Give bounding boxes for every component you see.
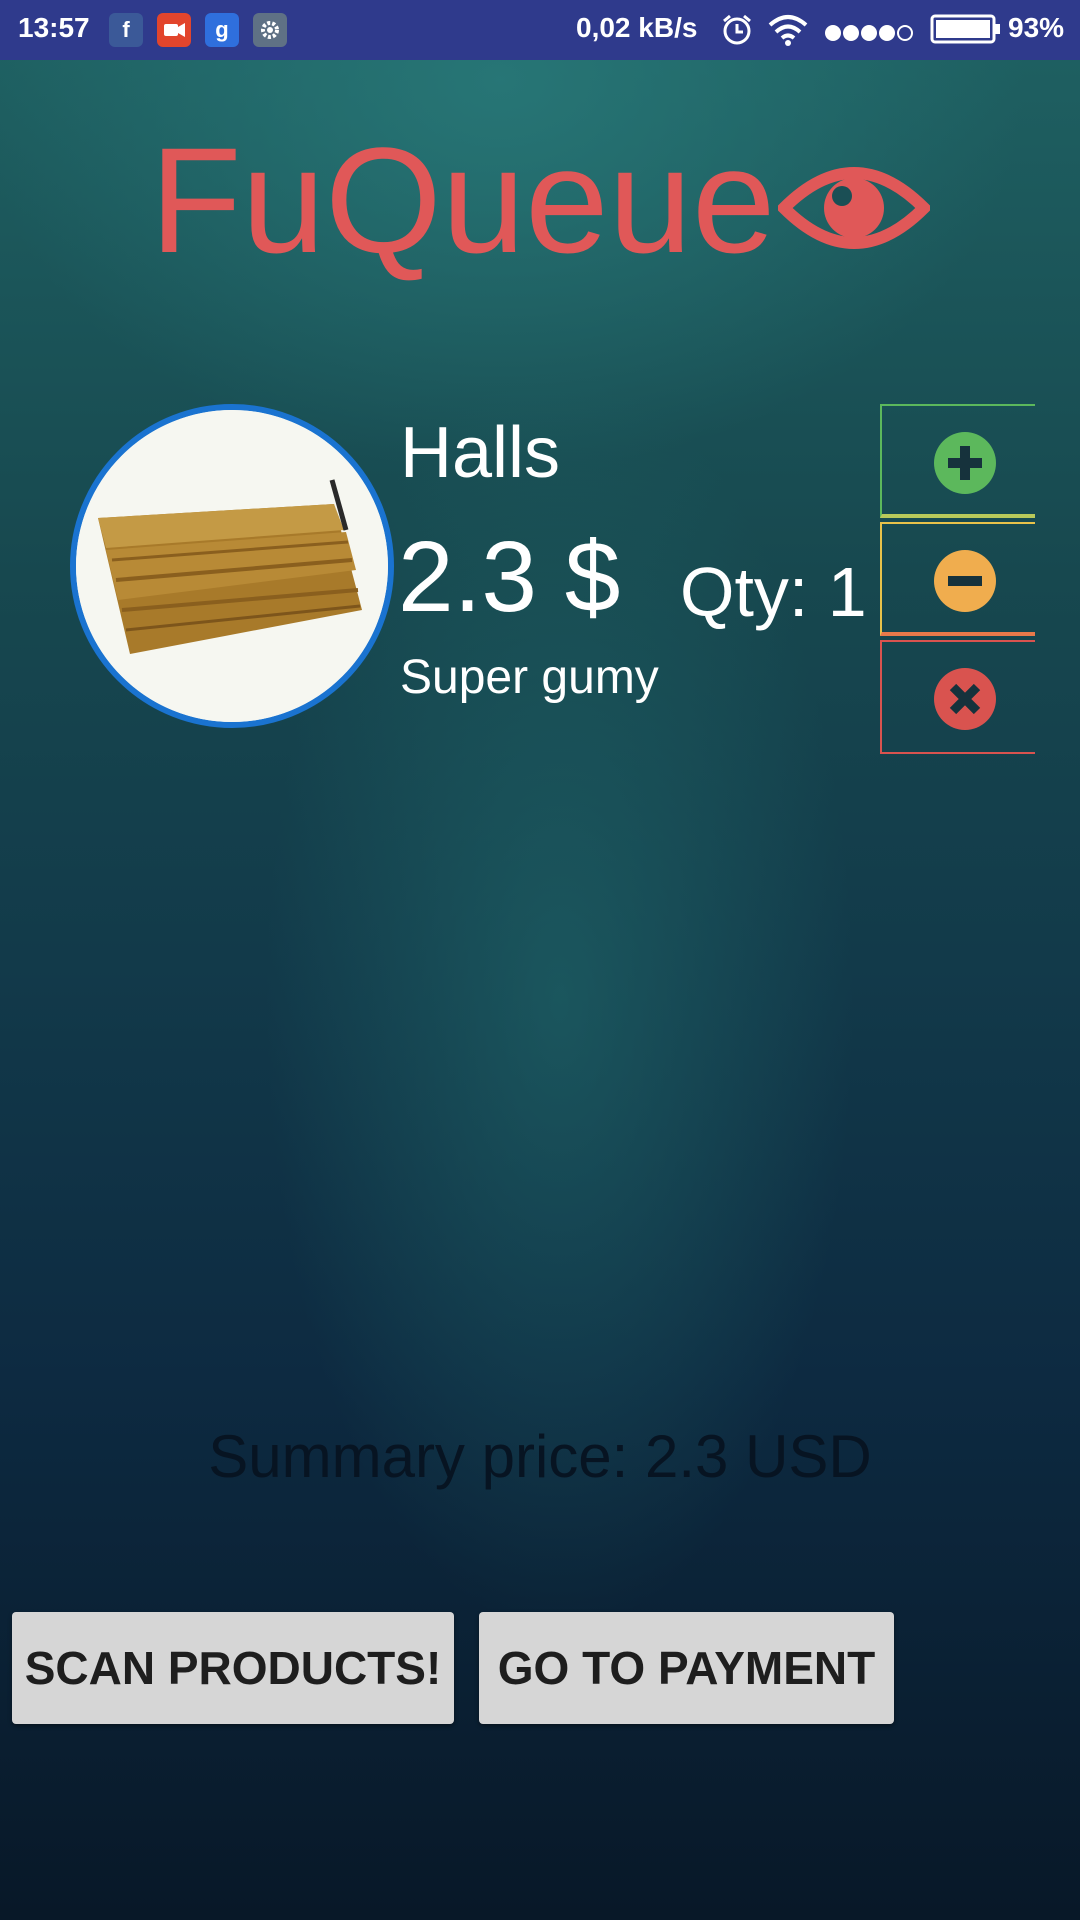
battery-icon (930, 14, 1002, 51)
close-circle-icon (934, 668, 996, 735)
remove-item-button[interactable] (880, 640, 1035, 754)
summary-price: Summary price: 2.3 USD (208, 1423, 872, 1490)
product-image (70, 404, 394, 728)
facebook-icon: f (109, 13, 143, 47)
go-to-payment-button[interactable]: GO TO PAYMENT (479, 1612, 894, 1724)
product-name: Halls (400, 413, 561, 493)
eye-icon (775, 158, 933, 263)
increase-quantity-button[interactable] (880, 404, 1035, 518)
app-header: FuQueue (0, 120, 1080, 280)
product-description: Super gumy (400, 651, 659, 704)
video-app-icon (157, 13, 191, 47)
battery-percent: 93% (1008, 12, 1065, 43)
settings-app-icon (253, 13, 287, 47)
decrease-quantity-button[interactable] (880, 522, 1035, 636)
product-quantity: Qty: 1 (680, 553, 867, 631)
status-time: 13:57 (18, 12, 90, 43)
status-bar: 13:57 f g 0,02 kB/s 93% (0, 0, 1080, 60)
minus-circle-icon (934, 550, 996, 617)
wifi-icon (768, 13, 808, 54)
signal-icon (824, 19, 916, 51)
network-speed: 0,02 kB/s (576, 12, 698, 43)
alarm-icon (720, 13, 754, 54)
app-title: FuQueue (150, 116, 776, 284)
scan-products-button[interactable]: SCAN PRODUCTS! (12, 1612, 454, 1724)
plus-circle-icon (934, 432, 996, 499)
product-price: 2.3 $ (398, 521, 621, 633)
g-app-icon: g (205, 13, 239, 47)
